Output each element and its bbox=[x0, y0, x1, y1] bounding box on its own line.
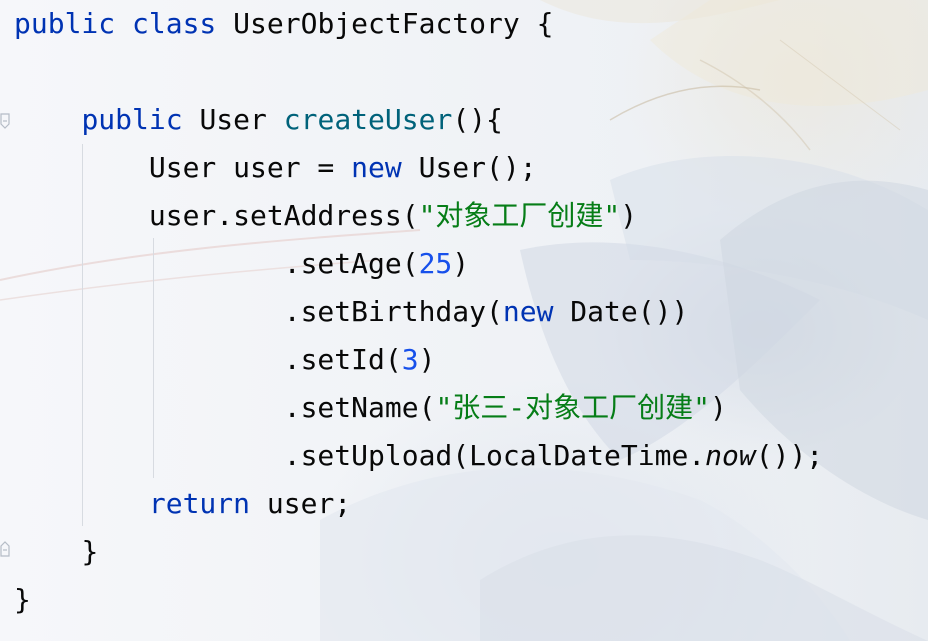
plain-token: UserObjectFactory { bbox=[216, 7, 554, 40]
plain-token: } bbox=[14, 583, 31, 616]
keyword-token: new bbox=[502, 295, 554, 328]
plain-token: .setBirthday( bbox=[283, 295, 503, 328]
code-line-8: .setId(3) bbox=[14, 336, 823, 384]
number-literal: 25 bbox=[418, 247, 453, 280]
plain-token: user.setAddress( bbox=[148, 199, 419, 232]
plain-token: .setId( bbox=[283, 343, 402, 376]
code-line-11: return user; bbox=[14, 480, 823, 528]
plain-token: } bbox=[81, 535, 99, 568]
string-literal: "张三-对象工厂创建" bbox=[435, 391, 711, 424]
plain-token: .setAge( bbox=[283, 247, 419, 280]
code-line-12: } bbox=[14, 528, 823, 576]
plain-token: ) bbox=[710, 391, 727, 424]
code-line-3: public User createUser(){ bbox=[14, 96, 823, 144]
plain-token: ) bbox=[620, 199, 638, 232]
code-line-7: .setBirthday(new Date()) bbox=[14, 288, 823, 336]
method-name-token: createUser bbox=[283, 103, 453, 136]
code-line-13: } bbox=[14, 576, 823, 624]
fold-end-icon[interactable] bbox=[0, 540, 10, 558]
keyword-token: public class bbox=[14, 7, 217, 40]
plain-token: ) bbox=[418, 343, 436, 376]
static-method-token: now bbox=[705, 439, 756, 472]
code-line-6: .setAge(25) bbox=[14, 240, 823, 288]
string-literal: "对象工厂创建" bbox=[418, 199, 621, 232]
plain-token: ()); bbox=[755, 439, 824, 472]
keyword-token: new bbox=[351, 151, 402, 184]
plain-token: User bbox=[182, 103, 284, 136]
code-block[interactable]: public class UserObjectFactory { public … bbox=[14, 0, 823, 624]
plain-token: ) bbox=[452, 247, 470, 280]
code-line-9: .setName("张三-对象工厂创建") bbox=[14, 384, 823, 432]
code-line-1: public class UserObjectFactory { bbox=[14, 0, 823, 48]
code-line-5: user.setAddress("对象工厂创建") bbox=[14, 192, 823, 240]
code-line-10: .setUpload(LocalDateTime.now()); bbox=[14, 432, 823, 480]
code-line-4: User user = new User(); bbox=[14, 144, 823, 192]
plain-token: User(); bbox=[401, 151, 537, 184]
plain-token: user; bbox=[250, 487, 352, 520]
fold-start-icon[interactable] bbox=[0, 112, 10, 130]
keyword-token: return bbox=[148, 487, 251, 520]
plain-token: Date()) bbox=[553, 295, 689, 328]
plain-token: User user = bbox=[148, 151, 352, 184]
number-literal: 3 bbox=[401, 343, 419, 376]
keyword-token: public bbox=[81, 103, 183, 136]
plain-token: (){ bbox=[452, 103, 503, 136]
plain-token: .setUpload(LocalDateTime. bbox=[283, 439, 706, 472]
code-editor[interactable]: public class UserObjectFactory { public … bbox=[0, 0, 928, 641]
plain-token: .setName( bbox=[283, 391, 436, 424]
